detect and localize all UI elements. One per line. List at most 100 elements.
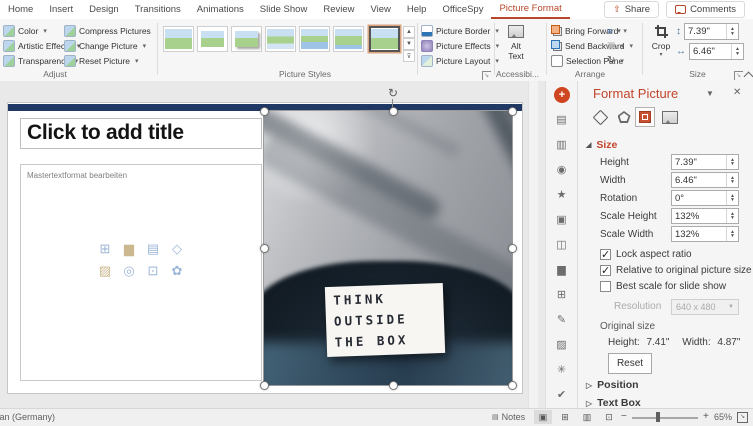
- tab-picture[interactable]: [660, 107, 680, 127]
- color-button[interactable]: Color: [3, 24, 47, 37]
- tab-design[interactable]: Design: [81, 0, 127, 19]
- language-status[interactable]: German (Germany): [0, 412, 55, 422]
- height-field[interactable]: ▲▼: [671, 154, 739, 170]
- resize-handle-bottom-right[interactable]: [508, 381, 517, 390]
- best-scale-checkbox[interactable]: Best scale for slide show: [600, 281, 726, 292]
- picture-border-button[interactable]: Picture Border: [421, 24, 499, 37]
- spinner[interactable]: ▲▼: [726, 209, 738, 223]
- content-placeholder[interactable]: Mastertextformat bearbeiten ⊞ ▆ ▤ ◇ ▨ ◎ …: [20, 164, 262, 381]
- tab-insert[interactable]: Insert: [41, 0, 81, 19]
- card-icon[interactable]: ▣: [546, 213, 577, 226]
- picture-style-6[interactable]: [333, 26, 364, 52]
- picture-style-7-selected[interactable]: [369, 26, 400, 52]
- picture-effects-button[interactable]: Picture Effects: [421, 39, 499, 52]
- scale-height-input[interactable]: [672, 209, 726, 223]
- styles-more-button[interactable]: ⊽: [403, 50, 415, 62]
- panel-close-icon[interactable]: ✕: [733, 87, 741, 98]
- resize-handle-top-center[interactable]: [389, 107, 398, 116]
- picture-style-3[interactable]: [231, 26, 262, 52]
- insert-picture-icon[interactable]: ▨: [99, 264, 111, 277]
- size-section-header[interactable]: ◢ Size: [586, 139, 617, 151]
- collapse-ribbon-button[interactable]: [744, 72, 753, 82]
- star-icon[interactable]: ★: [546, 188, 577, 201]
- picture-style-5[interactable]: [299, 26, 330, 52]
- vertical-scrollbar[interactable]: [528, 81, 538, 409]
- spinner[interactable]: ▲▼: [731, 44, 743, 59]
- bar-chart-icon[interactable]: ▆: [546, 263, 577, 276]
- picture-style-2[interactable]: [197, 26, 228, 52]
- alt-text-button[interactable]: Alt Text: [498, 23, 534, 61]
- zoom-level[interactable]: 65%: [714, 412, 732, 422]
- tab-help[interactable]: Help: [399, 0, 435, 19]
- zoom-slider-thumb[interactable]: [656, 412, 660, 422]
- reading-view-button[interactable]: ▥: [578, 410, 596, 424]
- tab-home[interactable]: Home: [0, 0, 41, 19]
- zoom-out-button[interactable]: −: [621, 411, 627, 422]
- crop-button[interactable]: Crop ▾: [648, 25, 674, 58]
- selected-picture[interactable]: THINK OUTSIDE THE BOX: [264, 111, 512, 385]
- spinner[interactable]: ▲▼: [726, 173, 738, 187]
- spinner[interactable]: ▲▼: [726, 191, 738, 205]
- resize-handle-top-left[interactable]: [260, 107, 269, 116]
- zoom-in-button[interactable]: +: [703, 411, 709, 422]
- notes-button[interactable]: ▤ Notes: [492, 412, 525, 422]
- layout-columns-icon[interactable]: ◫: [546, 238, 577, 251]
- clipboard-check-icon[interactable]: ✔: [546, 388, 577, 401]
- rotation-input[interactable]: [672, 191, 726, 205]
- shape-width-input[interactable]: [690, 44, 731, 59]
- zoom-slider-track[interactable]: [632, 417, 698, 419]
- insert-chart-icon[interactable]: ▆: [124, 242, 134, 255]
- spinner[interactable]: ▲▼: [726, 155, 738, 169]
- size-dialog-launcher[interactable]: ↘: [734, 71, 743, 80]
- tab-size-properties[interactable]: [635, 107, 655, 127]
- scale-height-field[interactable]: ▲▼: [671, 208, 739, 224]
- change-picture-button[interactable]: Change Picture: [64, 39, 146, 52]
- reset-button[interactable]: Reset: [608, 353, 652, 374]
- scale-width-input[interactable]: [672, 227, 726, 241]
- tab-animations[interactable]: Animations: [189, 0, 252, 19]
- shape-width-field[interactable]: ▲▼: [689, 43, 744, 60]
- insert-stock-image-icon[interactable]: ◎: [123, 264, 134, 277]
- resize-handle-middle-right[interactable]: [508, 244, 517, 253]
- width-field[interactable]: ▲▼: [671, 172, 739, 188]
- scribble-icon[interactable]: ✎: [546, 313, 577, 326]
- spinner[interactable]: ▲▼: [726, 227, 738, 241]
- image-icon[interactable]: ▤: [546, 113, 577, 126]
- spinner[interactable]: ▲▼: [726, 24, 738, 39]
- lock-aspect-ratio-checkbox[interactable]: Lock aspect ratio: [600, 249, 692, 260]
- insert-video-icon[interactable]: ⊡: [148, 264, 159, 277]
- insert-table-icon[interactable]: ⊞: [100, 242, 111, 255]
- tab-transitions[interactable]: Transitions: [127, 0, 189, 19]
- tab-slide-show[interactable]: Slide Show: [252, 0, 316, 19]
- table-icon[interactable]: ⊞: [546, 288, 577, 301]
- tab-picture-format[interactable]: Picture Format: [491, 0, 569, 19]
- styles-scroll-up-button[interactable]: ▲: [403, 26, 415, 38]
- scale-width-field[interactable]: ▲▼: [671, 226, 739, 242]
- fit-slide-to-window-icon[interactable]: ↘: [737, 412, 748, 423]
- group-button[interactable]: ▣: [607, 39, 624, 52]
- resize-handle-middle-left[interactable]: [260, 244, 269, 253]
- picture-style-1[interactable]: [163, 26, 194, 52]
- tab-view[interactable]: View: [362, 0, 398, 19]
- position-section-header[interactable]: ▷ Position: [586, 379, 639, 391]
- confetti-icon[interactable]: ✳: [546, 363, 577, 376]
- height-input[interactable]: [672, 155, 726, 169]
- relative-to-original-checkbox[interactable]: Relative to original picture size: [600, 265, 752, 276]
- align-button[interactable]: ≡: [607, 24, 621, 37]
- rotation-handle[interactable]: ↻: [388, 87, 398, 99]
- comments-button[interactable]: Comments: [666, 1, 745, 18]
- slide-sorter-view-button[interactable]: ⊞: [556, 410, 574, 424]
- resize-handle-bottom-left[interactable]: [260, 381, 269, 390]
- share-button[interactable]: ⇧ Share: [604, 1, 659, 18]
- insert-icons-icon[interactable]: ✿: [172, 264, 183, 277]
- resize-handle-top-right[interactable]: [508, 107, 517, 116]
- title-placeholder[interactable]: Click to add title: [20, 118, 262, 149]
- picture-style-4[interactable]: [265, 26, 296, 52]
- shape-height-field[interactable]: ▲▼: [684, 23, 739, 40]
- resize-handle-bottom-center[interactable]: [389, 381, 398, 390]
- addin-logo-icon[interactable]: +: [554, 87, 570, 103]
- picture-layout-button[interactable]: Picture Layout: [421, 54, 499, 67]
- insert-3d-model-icon[interactable]: ◇: [172, 242, 182, 255]
- rotation-field[interactable]: ▲▼: [671, 190, 739, 206]
- insert-smartart-icon[interactable]: ▤: [147, 242, 159, 255]
